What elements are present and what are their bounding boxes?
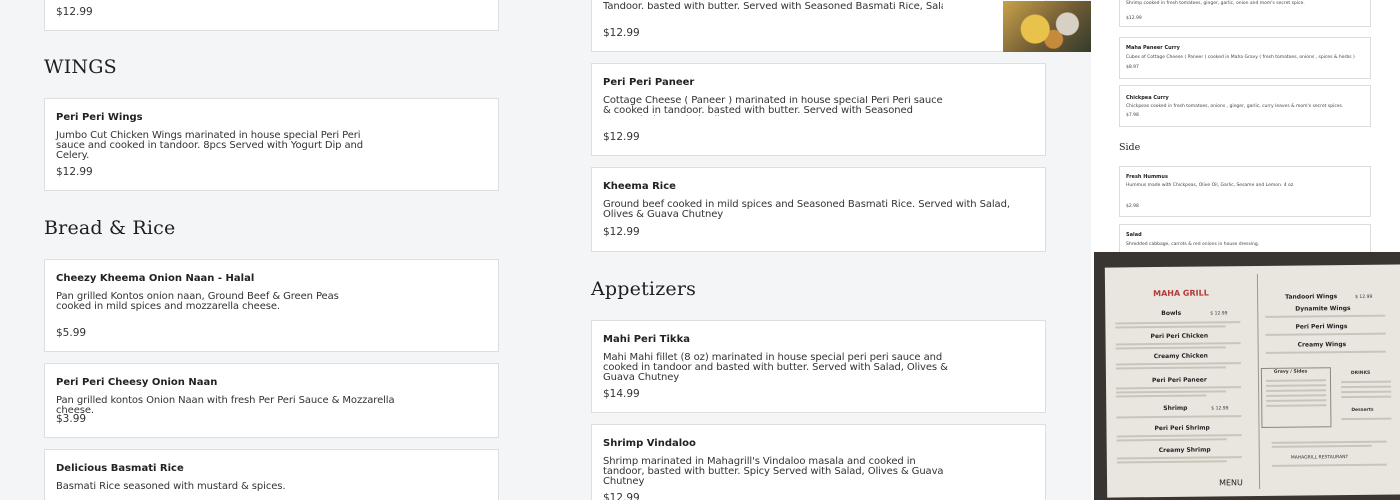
item-name: Peri Peri Cheesy Onion Naan bbox=[56, 377, 218, 388]
section-title-wings: WINGS bbox=[44, 56, 117, 78]
menu-heading: Gravy / Sides bbox=[1273, 369, 1308, 375]
item-name: Peri Peri Wings bbox=[56, 112, 143, 123]
item-name: Shrimp Vindaloo bbox=[603, 438, 696, 449]
menu-heading: Tandoori Wings bbox=[1285, 293, 1338, 301]
menu-item-card[interactable]: $12.99 bbox=[44, 0, 499, 31]
item-name: Mahi Peri Tikka bbox=[603, 334, 690, 345]
menu-heading: Desserts bbox=[1351, 407, 1374, 414]
item-description: Pan grilled kontos Onion Naan with fresh… bbox=[56, 395, 395, 416]
menu-item-card[interactable]: Tandoor. basted with butter. Served with… bbox=[591, 0, 1091, 52]
item-name: Peri Peri Paneer bbox=[603, 77, 695, 88]
item-price: $2.98 bbox=[1126, 204, 1139, 209]
menu-item-card[interactable]: Shrimp Vindaloo Shrimp marinated in Maha… bbox=[591, 424, 1046, 500]
menu-heading: Creamy Shrimp bbox=[1158, 446, 1211, 455]
item-description: Hummus made with Chickpeas, Olive Oil, G… bbox=[1126, 183, 1294, 188]
menu-heading: Peri Peri Shrimp bbox=[1154, 424, 1210, 433]
item-description: Ground beef cooked in mild spices and Se… bbox=[603, 199, 1010, 220]
item-name: Salad bbox=[1126, 232, 1142, 238]
item-description: Cottage Cheese ( Paneer ) marinated in h… bbox=[603, 96, 943, 116]
menu-heading: Creamy Wings bbox=[1297, 341, 1347, 349]
menu-heading: DRINKS bbox=[1350, 370, 1371, 377]
menu-item-card[interactable]: Cheezy Kheema Onion Naan - Halal Pan gri… bbox=[44, 259, 499, 352]
food-photo bbox=[1003, 1, 1091, 52]
menu-item-card[interactable]: Peri Peri Wings Jumbo Cut Chicken Wings … bbox=[44, 98, 499, 191]
menu-heading: Peri Peri Chicken bbox=[1150, 332, 1209, 341]
menu-heading: Shrimp bbox=[1163, 404, 1188, 412]
item-description: Cubes of Cottage Cheese ( Paneer ) cooke… bbox=[1126, 55, 1355, 60]
item-price: $12.99 bbox=[603, 27, 640, 39]
item-description: Jumbo Cut Chicken Wings marinated in hou… bbox=[56, 130, 363, 161]
item-name: Cheezy Kheema Onion Naan - Halal bbox=[56, 273, 255, 284]
item-price: $8.97 bbox=[1126, 65, 1139, 70]
menu-photo[interactable]: MAHA GRILL Bowls $ 12.99 Peri Peri Chick… bbox=[1094, 252, 1400, 500]
item-price: $12.99 bbox=[56, 166, 93, 178]
item-description: Shrimp cooked in fresh tomatoes, ginger,… bbox=[1126, 1, 1305, 6]
item-description: Pan grilled Kontos onion naan, Ground Be… bbox=[56, 291, 339, 312]
menu-item-card[interactable]: Peri Peri Cheesy Onion Naan Pan grilled … bbox=[44, 363, 499, 438]
item-description: Shrimp marinated in Mahagrill's Vindaloo… bbox=[603, 456, 944, 487]
item-price: $12.99 bbox=[603, 131, 640, 143]
item-price: $14.99 bbox=[603, 388, 640, 400]
section-title-bread-rice: Bread & Rice bbox=[44, 217, 176, 239]
item-description: Chickpeas cooked in fresh tomatoes, onio… bbox=[1126, 104, 1344, 109]
item-price: $12.99 bbox=[603, 226, 640, 238]
menu-price: $ 12.99 bbox=[1210, 311, 1228, 317]
item-price: $12.99 bbox=[1126, 16, 1142, 21]
menu-item-card[interactable]: Shrimp cooked in fresh tomatoes, ginger,… bbox=[1119, 0, 1371, 27]
menu-brand: MAHA GRILL bbox=[1153, 288, 1209, 299]
item-price: $5.99 bbox=[56, 327, 87, 339]
item-price: $7.98 bbox=[1126, 113, 1139, 118]
section-title-side: Side bbox=[1119, 142, 1141, 153]
menu-column-middle: Tandoor. basted with butter. Served with… bbox=[543, 0, 1091, 500]
menu-heading: Creamy Chicken bbox=[1153, 352, 1208, 361]
printed-menu: MAHA GRILL Bowls $ 12.99 Peri Peri Chick… bbox=[1104, 264, 1400, 498]
item-description: Shredded cabbage, carrots & red onions i… bbox=[1126, 242, 1260, 247]
menu-heading: Peri Peri Wings bbox=[1295, 323, 1348, 331]
menu-price: $ 12.99 bbox=[1355, 294, 1373, 300]
item-name: Delicious Basmati Rice bbox=[56, 463, 184, 474]
menu-heading: Peri Peri Paneer bbox=[1151, 376, 1207, 385]
menu-heading: Dynamite Wings bbox=[1295, 305, 1351, 313]
menu-heading: Bowls bbox=[1161, 309, 1182, 317]
restaurant-name: MAHAGRILL RESTAURANT bbox=[1290, 455, 1349, 461]
item-description: Mahi Mahi fillet (8 oz) marinated in hou… bbox=[603, 352, 948, 383]
item-price: $12.99 bbox=[56, 6, 93, 18]
menu-item-card[interactable]: Mahi Peri Tikka Mahi Mahi fillet (8 oz) … bbox=[591, 320, 1046, 413]
menu-price: $ 12.99 bbox=[1211, 406, 1229, 412]
item-name: Fresh Hummus bbox=[1126, 174, 1168, 180]
item-name: Maha Paneer Curry bbox=[1126, 45, 1180, 51]
menu-column-left: $12.99 WINGS Peri Peri Wings Jumbo Cut C… bbox=[0, 0, 543, 500]
menu-item-card[interactable]: Kheema Rice Ground beef cooked in mild s… bbox=[591, 167, 1046, 252]
item-name: Chickpea Curry bbox=[1126, 95, 1169, 101]
item-price: $12.99 bbox=[603, 492, 640, 500]
menu-footer: MENU bbox=[1219, 478, 1243, 488]
menu-item-card[interactable]: Delicious Basmati Rice Basmati Rice seas… bbox=[44, 449, 499, 500]
menu-item-card[interactable]: Peri Peri Paneer Cottage Cheese ( Paneer… bbox=[591, 63, 1046, 156]
item-description: Basmati Rice seasoned with mustard & spi… bbox=[56, 481, 286, 492]
section-title-appetizers: Appetizers bbox=[591, 278, 697, 300]
item-price: $3.99 bbox=[56, 413, 87, 425]
item-description: Tandoor. basted with butter. Served with… bbox=[603, 2, 943, 12]
item-name: Kheema Rice bbox=[603, 181, 676, 192]
menu-item-card[interactable]: Fresh Hummus Hummus made with Chickpeas,… bbox=[1119, 166, 1371, 217]
menu-item-card[interactable]: Maha Paneer Curry Cubes of Cottage Chees… bbox=[1119, 37, 1371, 79]
menu-item-card[interactable]: Chickpea Curry Chickpeas cooked in fresh… bbox=[1119, 85, 1371, 127]
